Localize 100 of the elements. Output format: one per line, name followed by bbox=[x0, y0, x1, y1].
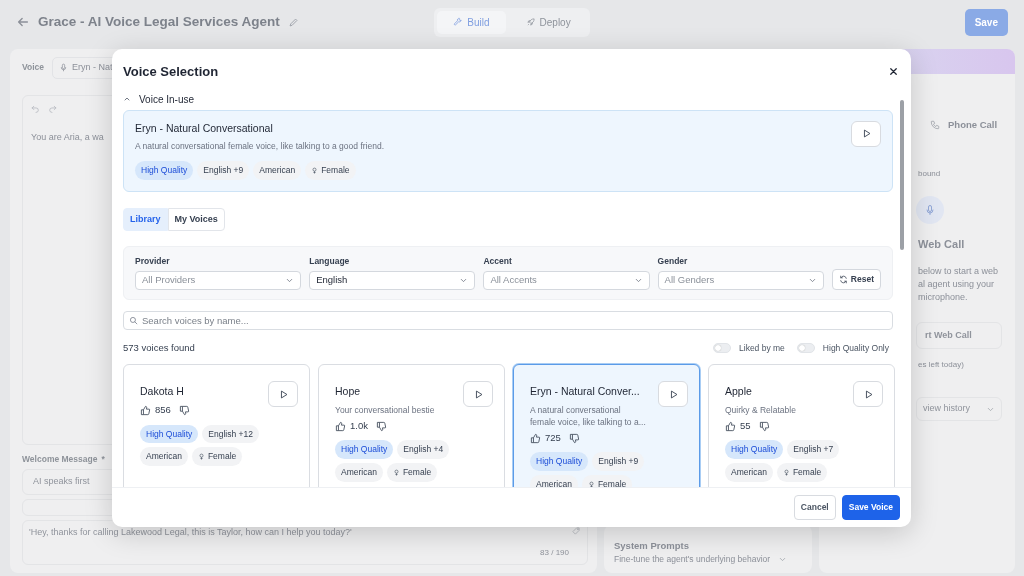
thumbs-up-icon bbox=[725, 420, 736, 432]
filter-select[interactable]: All Accents bbox=[483, 271, 650, 290]
voice-tag: Female bbox=[386, 463, 438, 482]
like-button[interactable]: 55 bbox=[725, 419, 751, 434]
welcome-text: 'Hey, thanks for calling Lakewood Legal, this is Taylor, how can I help you today?' bbox=[29, 525, 352, 539]
female-icon bbox=[392, 468, 400, 476]
mic-icon bbox=[924, 204, 936, 217]
refresh-icon bbox=[838, 275, 848, 284]
voice-tag: Female bbox=[305, 161, 356, 180]
play-button[interactable] bbox=[851, 120, 881, 147]
voice-tag: High Quality bbox=[335, 440, 394, 459]
play-button[interactable] bbox=[853, 381, 883, 408]
dialog-title: Voice Selection bbox=[123, 63, 219, 81]
voice-name: Hope bbox=[335, 384, 362, 400]
wrench-icon bbox=[453, 17, 464, 27]
voice-description: A natural conversational female voice, like talking to a good friend. bbox=[135, 140, 384, 153]
thumbs-up-icon bbox=[335, 420, 346, 432]
voice-name: Apple bbox=[725, 384, 753, 400]
filter-label: Accent bbox=[483, 255, 513, 268]
tag-icon bbox=[571, 525, 581, 536]
quota-text: es left today) bbox=[918, 359, 965, 372]
voice-tag: English +12 bbox=[202, 424, 259, 444]
description-line: microphone. bbox=[918, 290, 969, 304]
direction-label: bound bbox=[918, 168, 942, 181]
search-field[interactable]: Search voices by name... bbox=[123, 311, 893, 330]
chevron-down-icon bbox=[807, 276, 817, 285]
chevron-down-icon bbox=[459, 276, 469, 285]
voice-tag: High Quality bbox=[140, 424, 199, 444]
section-subtitle: Fine-tune the agent's underlying behavior bbox=[614, 553, 771, 566]
voice-tag: American bbox=[253, 161, 302, 180]
voice-tag: High Quality bbox=[530, 452, 589, 471]
prompt-text: You are Aria, a wa bbox=[31, 130, 104, 144]
voice-card[interactable]: Dakota H 856 High Quality English +12 American Female bbox=[123, 364, 310, 487]
section-toggle[interactable]: Voice In-use bbox=[123, 87, 893, 110]
phone-icon bbox=[930, 120, 940, 131]
voice-description: Quirky & Relatable bbox=[725, 404, 797, 416]
agent-title: Grace - AI Voice Legal Services Agent bbox=[38, 12, 280, 31]
char-count: 83 / 190 bbox=[539, 546, 569, 559]
reset-button[interactable]: Reset bbox=[831, 269, 881, 290]
rocket-icon bbox=[525, 17, 536, 27]
play-button[interactable] bbox=[268, 381, 298, 408]
filter-select[interactable]: English bbox=[309, 271, 476, 290]
result-count: 573 voices found bbox=[123, 341, 195, 355]
close-icon[interactable] bbox=[888, 66, 899, 78]
chevron-down-icon bbox=[633, 276, 643, 285]
like-button[interactable]: 856 bbox=[140, 403, 171, 418]
section-title: System Prompts bbox=[614, 538, 690, 553]
voice-description: A natural conversational female voice, like talking to a... bbox=[530, 404, 647, 428]
thumbs-down-icon[interactable] bbox=[178, 404, 190, 416]
play-button[interactable] bbox=[658, 381, 688, 408]
female-icon bbox=[587, 480, 595, 487]
voice-name: Eryn - Natural Conver... bbox=[530, 384, 641, 400]
toggle-label: Liked by me bbox=[739, 341, 785, 355]
voice-tag: American bbox=[335, 463, 383, 482]
filter-label: Provider bbox=[135, 255, 171, 268]
voice-tag: English +9 bbox=[197, 161, 250, 180]
welcome-label: Welcome Message bbox=[22, 452, 98, 466]
like-button[interactable]: 1.0k bbox=[335, 419, 368, 434]
undo-icon[interactable] bbox=[31, 103, 40, 113]
redo-icon[interactable] bbox=[48, 103, 57, 113]
voice-description: Your conversational bestie bbox=[335, 404, 436, 416]
voice-tag: Female bbox=[581, 475, 633, 487]
mic-button[interactable] bbox=[916, 196, 944, 225]
filter-label: Language bbox=[309, 255, 351, 268]
chevron-down-icon bbox=[285, 276, 295, 285]
thumbs-down-icon[interactable] bbox=[375, 420, 387, 432]
cancel-button[interactable]: Cancel bbox=[793, 495, 836, 520]
filter-select[interactable]: All Genders bbox=[657, 271, 824, 290]
like-button[interactable]: 725 bbox=[530, 431, 561, 446]
female-icon bbox=[311, 166, 319, 174]
toggle-switch[interactable] bbox=[713, 343, 731, 354]
chevron-up-icon bbox=[123, 95, 131, 103]
description-line: al agent using your bbox=[918, 277, 996, 291]
toggle-switch[interactable] bbox=[796, 343, 815, 354]
voice-tag: High Quality bbox=[135, 161, 194, 180]
voice-tag: Female bbox=[776, 463, 828, 482]
web-call-heading: Web Call bbox=[918, 237, 966, 253]
thumbs-down-icon[interactable] bbox=[758, 420, 770, 432]
voice-card[interactable]: Hope Your conversational bestie 1.0k High Quality English +4 American Female bbox=[318, 364, 505, 487]
voice-label: Voice bbox=[22, 61, 45, 75]
source-tab[interactable]: Library bbox=[123, 207, 168, 232]
voice-name: Eryn - Natural Conversational bbox=[135, 120, 274, 136]
voice-tag: English +4 bbox=[397, 440, 450, 459]
thumbs-down-icon[interactable] bbox=[568, 432, 580, 444]
voice-tag: English +9 bbox=[592, 452, 645, 471]
female-icon bbox=[782, 468, 790, 476]
thumbs-up-icon bbox=[530, 432, 541, 444]
back-icon[interactable] bbox=[16, 15, 30, 29]
required-mark: * bbox=[101, 452, 105, 466]
source-tab[interactable]: My Voices bbox=[167, 207, 225, 232]
filter-select[interactable]: All Providers bbox=[135, 271, 302, 290]
save-voice-button[interactable]: Save Voice bbox=[841, 495, 900, 520]
edit-icon[interactable] bbox=[287, 16, 299, 28]
voice-card[interactable]: Eryn - Natural Conver... A natural conversational female voice, like talking to a... 725 High Quality English +9 American Female bbox=[513, 364, 700, 487]
description-line: below to start a web bbox=[918, 264, 1000, 278]
thumbs-up-icon bbox=[140, 404, 151, 416]
voice-tag: American bbox=[725, 463, 773, 482]
voice-card[interactable]: Apple Quirky & Relatable 55 High Quality English +7 American Female bbox=[708, 364, 895, 487]
play-button[interactable] bbox=[463, 381, 493, 408]
toggle-label: High Quality Only bbox=[822, 341, 889, 355]
